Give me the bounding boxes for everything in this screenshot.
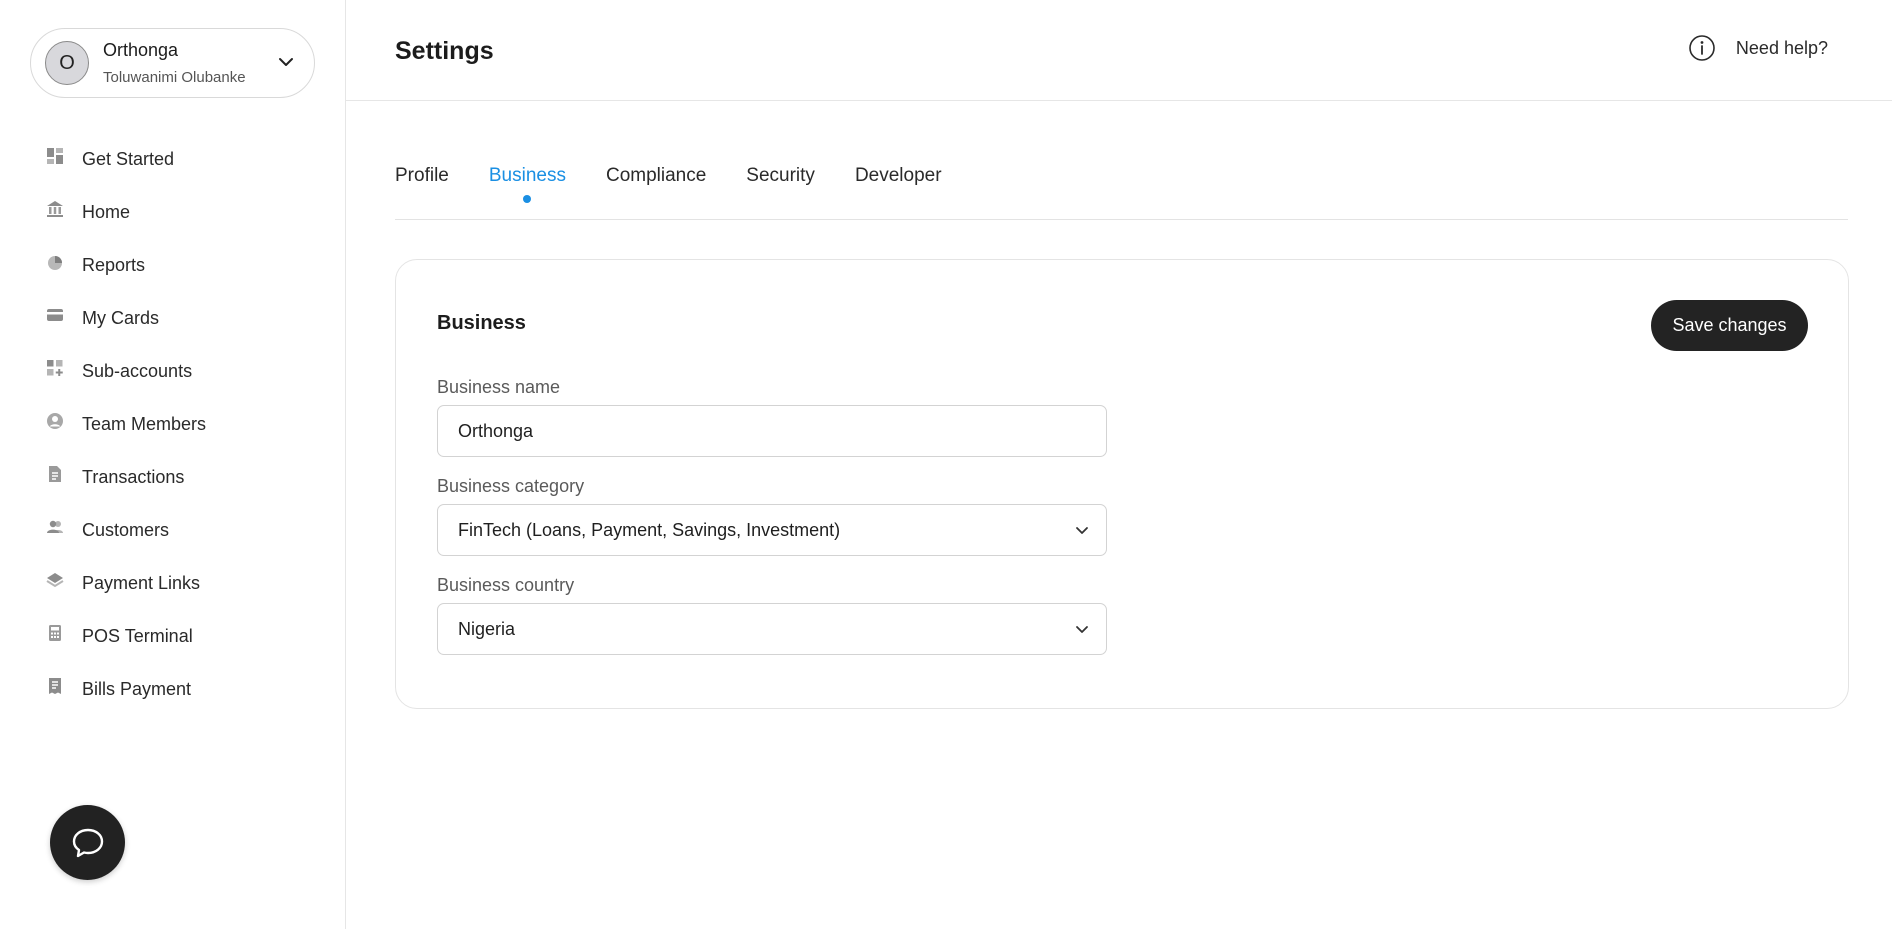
card-icon: [46, 306, 64, 324]
active-tab-indicator: [523, 195, 532, 203]
business-country-select[interactable]: Nigeria: [437, 603, 1107, 655]
avatar: O: [45, 41, 89, 85]
business-settings-card: Business Save changes Business name Orth…: [395, 259, 1849, 709]
sidebar-item-transactions[interactable]: Transactions: [0, 451, 345, 504]
business-category-label: Business category: [437, 476, 585, 496]
chevron-down-icon: [1076, 527, 1088, 534]
sidebar: O Orthonga Toluwanimi Olubanke Get Start…: [0, 0, 346, 929]
sidebar-item-label: Customers: [82, 520, 170, 540]
sidebar-item-bills-payment[interactable]: Bills Payment: [0, 663, 345, 716]
business-name-label: Business name: [437, 377, 561, 397]
account-user-name: Toluwanimi Olubanke: [103, 69, 246, 86]
pie-chart-icon: [46, 253, 64, 271]
tab-label: Business: [488, 165, 566, 186]
sidebar-item-label: POS Terminal: [82, 626, 193, 646]
top-header: Settings Need help?: [346, 0, 1892, 101]
tab-developer[interactable]: Developer: [855, 160, 942, 200]
chevron-down-icon: [279, 58, 293, 66]
sidebar-item-label: Bills Payment: [82, 679, 192, 699]
business-name-input[interactable]: Orthonga: [437, 405, 1107, 457]
sidebar-item-label: Reports: [82, 255, 146, 275]
business-country-label: Business country: [437, 575, 575, 595]
page-title: Settings: [395, 37, 494, 65]
sidebar-item-label: Home: [82, 202, 131, 222]
receipt-icon: [46, 677, 64, 695]
sidebar-item-sub-accounts[interactable]: Sub-accounts: [0, 345, 345, 398]
business-country-value: Nigeria: [458, 618, 516, 639]
tab-compliance[interactable]: Compliance: [606, 160, 706, 200]
sidebar-item-label: Payment Links: [82, 573, 201, 593]
sidebar-item-get-started[interactable]: Get Started: [0, 133, 345, 186]
sidebar-item-label: Transactions: [82, 467, 185, 487]
bank-icon: [46, 200, 64, 218]
sidebar-item-label: My Cards: [82, 308, 160, 328]
grid-icon: [46, 147, 64, 165]
sidebar-item-payment-links[interactable]: Payment Links: [0, 557, 345, 610]
sidebar-item-team-members[interactable]: Team Members: [0, 398, 345, 451]
users-icon: [46, 518, 64, 536]
save-changes-button[interactable]: Save changes: [1651, 300, 1808, 351]
sidebar-item-pos-terminal[interactable]: POS Terminal: [0, 610, 345, 663]
account-switcher[interactable]: O Orthonga Toluwanimi Olubanke: [30, 28, 315, 98]
sidebar-item-my-cards[interactable]: My Cards: [0, 292, 345, 345]
sidebar-item-reports[interactable]: Reports: [0, 239, 345, 292]
chat-support-button[interactable]: [50, 805, 125, 880]
tab-profile[interactable]: Profile: [395, 160, 449, 200]
tab-business[interactable]: Business: [488, 160, 566, 203]
info-icon: [1689, 35, 1715, 61]
calculator-icon: [46, 624, 64, 642]
document-icon: [46, 465, 64, 483]
settings-tabs: Profile Business Compliance Security Dev…: [395, 160, 1848, 220]
need-help-label: Need help?: [1735, 37, 1828, 58]
chevron-down-icon: [1076, 626, 1088, 633]
chat-bubble-icon: [72, 828, 103, 857]
card-title: Business: [437, 312, 526, 334]
account-name: Orthonga: [103, 40, 179, 60]
sidebar-item-customers[interactable]: Customers: [0, 504, 345, 557]
need-help-link[interactable]: Need help?: [1688, 34, 1828, 62]
sidebar-item-home[interactable]: Home: [0, 186, 345, 239]
sidebar-item-label: Get Started: [82, 149, 175, 169]
grid-plus-icon: [46, 359, 64, 377]
sidebar-item-label: Team Members: [82, 414, 207, 434]
business-category-select[interactable]: FinTech (Loans, Payment, Savings, Invest…: [437, 504, 1107, 556]
sidebar-nav: Get Started Home Reports My Cards Sub-ac…: [0, 133, 345, 716]
sidebar-item-label: Sub-accounts: [82, 361, 193, 381]
business-category-value: FinTech (Loans, Payment, Savings, Invest…: [458, 519, 841, 540]
user-circle-icon: [46, 412, 64, 430]
tab-security[interactable]: Security: [746, 160, 815, 200]
layers-icon: [46, 571, 64, 589]
